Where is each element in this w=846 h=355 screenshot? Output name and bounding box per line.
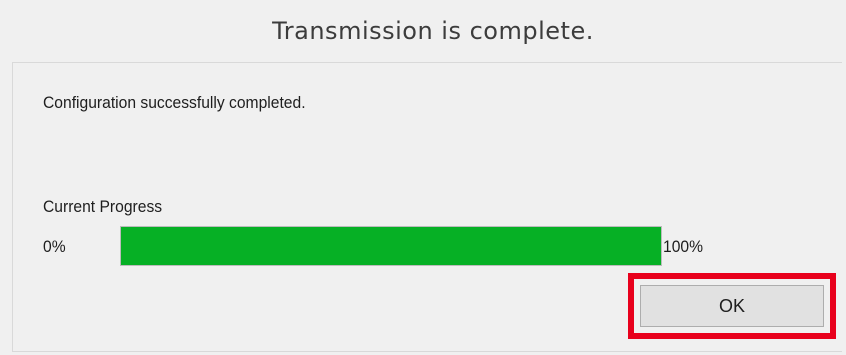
ok-button[interactable]: OK <box>640 285 824 327</box>
progress-bar <box>120 226 662 266</box>
progress-bar-fill <box>121 227 661 265</box>
progress-label: Current Progress <box>43 197 163 216</box>
status-message: Configuration successfully completed. <box>43 93 306 112</box>
progress-min-label: 0% <box>43 237 66 256</box>
dialog-title: Transmission is complete. <box>272 17 594 45</box>
progress-max-label: 100% <box>663 237 704 256</box>
dialog-title-bar: Transmission is complete. <box>0 0 846 62</box>
dialog-window: Transmission is complete. Configuration … <box>0 0 846 355</box>
dialog-content: Configuration successfully completed. Cu… <box>12 62 842 352</box>
